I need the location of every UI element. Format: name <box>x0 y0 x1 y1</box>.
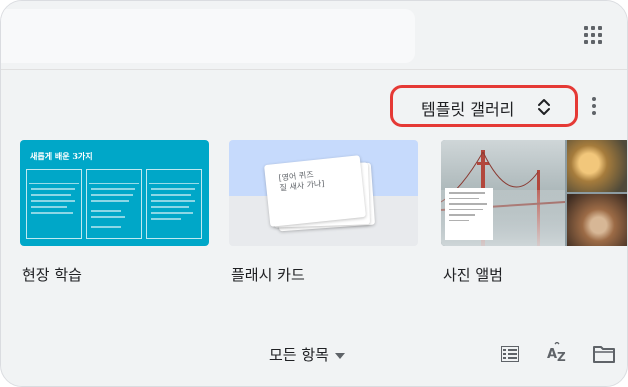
template-thumbnail <box>441 140 627 246</box>
top-divider <box>1 69 627 70</box>
template-thumbnail: [영어 퀴즈 질 새사 가나] <box>229 140 418 246</box>
thumbnail-title: 새롭게 배운 3가지 <box>30 151 93 161</box>
template-label: 현장 학습 <box>22 266 82 284</box>
owner-filter-button[interactable]: 모든 항목 <box>269 344 345 365</box>
template-gallery-label: 템플릿 갤러리 <box>421 100 515 119</box>
template-label: 플래시 카드 <box>231 266 305 284</box>
template-card-flash-cards[interactable]: [영어 퀴즈 질 새사 가나] 플래시 카드 <box>229 140 419 284</box>
svg-text:A: A <box>547 347 557 362</box>
thumbnail-column <box>146 169 202 239</box>
thumbnail-column <box>86 169 142 239</box>
owner-filter-label: 모든 항목 <box>269 346 329 364</box>
sort-az-icon[interactable]: A Z <box>545 342 569 364</box>
template-gallery-button[interactable]: 템플릿 갤러리 <box>390 85 578 127</box>
apps-grid-icon[interactable] <box>581 23 605 47</box>
arrow-drop-down-icon <box>334 352 345 359</box>
template-thumbnail: 새롭게 배운 3가지 <box>20 140 209 246</box>
template-card-photo-album[interactable]: 사진 앨범 <box>441 140 627 284</box>
top-bar <box>1 1 627 69</box>
docs-home-panel: 템플릿 갤러리 새롭게 배운 3가지 현장 학습 [영어 퀴즈 질 새사 가나]… <box>0 0 628 387</box>
svg-text:Z: Z <box>557 350 566 364</box>
folder-icon[interactable] <box>593 345 615 363</box>
search-bar[interactable] <box>1 9 415 63</box>
more-vertical-icon[interactable] <box>590 94 598 118</box>
thumbnail-caption <box>445 188 493 240</box>
template-card-field-trip[interactable]: 새롭게 배운 3가지 현장 학습 <box>20 140 210 284</box>
list-view-icon[interactable] <box>501 346 519 362</box>
thumbnail-column <box>26 169 82 239</box>
unfold-more-icon <box>538 99 550 115</box>
template-label: 사진 앨범 <box>443 266 503 284</box>
